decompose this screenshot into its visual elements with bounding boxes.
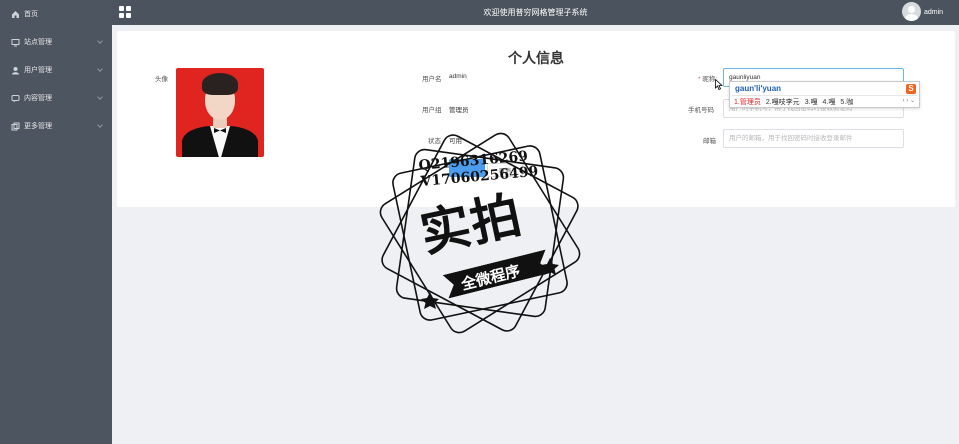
sidebar-item-label: 站点管理 — [24, 39, 52, 46]
copy-icon — [11, 122, 20, 131]
sidebar-item-users[interactable]: 用户管理 — [0, 56, 112, 84]
ime-candidate-popup: gaun'li'yuan S 1.管理员 2.嘎吱李元 3.嘎 4.嘎 5.咖 … — [729, 81, 920, 108]
sidebar: 首页 站点管理 用户管理 内容管理 更多管理 — [0, 0, 112, 444]
ime-pinyin: gaun'li'yuan — [735, 84, 782, 93]
sidebar-item-site[interactable]: 站点管理 — [0, 28, 112, 56]
sidebar-item-more[interactable]: 更多管理 — [0, 112, 112, 140]
ime-candidate[interactable]: 5.咖 — [840, 97, 853, 107]
ime-candidates: 1.管理员 2.嘎吱李元 3.嘎 4.嘎 5.咖 — [734, 97, 853, 107]
sidebar-item-label: 更多管理 — [24, 123, 52, 130]
email-label: 邮箱 — [703, 138, 716, 145]
group-value: 管理员 — [449, 107, 469, 114]
mouse-cursor-icon — [715, 79, 723, 90]
ime-candidate[interactable]: 1.管理员 — [734, 97, 761, 107]
sidebar-item-home[interactable]: 首页 — [0, 0, 112, 28]
header: 欢迎使用普穷网格管理子系统 admin — [112, 0, 959, 25]
sogou-icon: S — [906, 84, 916, 94]
sidebar-item-content[interactable]: 内容管理 — [0, 84, 112, 112]
avatar-label: 头像 — [155, 76, 168, 83]
user-icon — [11, 66, 20, 75]
ime-page-arrows-icon[interactable]: ‹ › ⌄ — [903, 97, 915, 104]
page-title: 个人信息 — [508, 50, 564, 66]
avatar-photo[interactable] — [176, 68, 264, 157]
username-display[interactable]: admin — [924, 9, 943, 16]
home-icon — [11, 10, 20, 19]
user-avatar[interactable] — [902, 2, 921, 21]
ime-candidate[interactable]: 4.嘎 — [823, 97, 836, 107]
chevron-down-icon — [97, 66, 103, 72]
chevron-down-icon — [97, 94, 103, 100]
sidebar-item-label: 内容管理 — [24, 95, 52, 102]
ime-candidate[interactable]: 3.嘎 — [805, 97, 818, 107]
group-label: 用户组 — [422, 107, 442, 114]
monitor-icon — [11, 38, 20, 47]
chat-icon — [11, 94, 20, 103]
ime-candidate[interactable]: 2.嘎吱李元 — [766, 97, 800, 107]
chevron-down-icon — [97, 38, 103, 44]
email-input[interactable] — [723, 129, 904, 148]
username-label: 用户名 — [422, 76, 442, 83]
phone-label: 手机号码 — [688, 107, 714, 114]
chevron-down-icon — [97, 122, 103, 128]
app-title: 欢迎使用普穷网格管理子系统 — [483, 8, 588, 17]
sidebar-item-label: 用户管理 — [24, 67, 52, 74]
username-value: admin — [449, 73, 467, 80]
sidebar-item-label: 首页 — [24, 11, 38, 18]
